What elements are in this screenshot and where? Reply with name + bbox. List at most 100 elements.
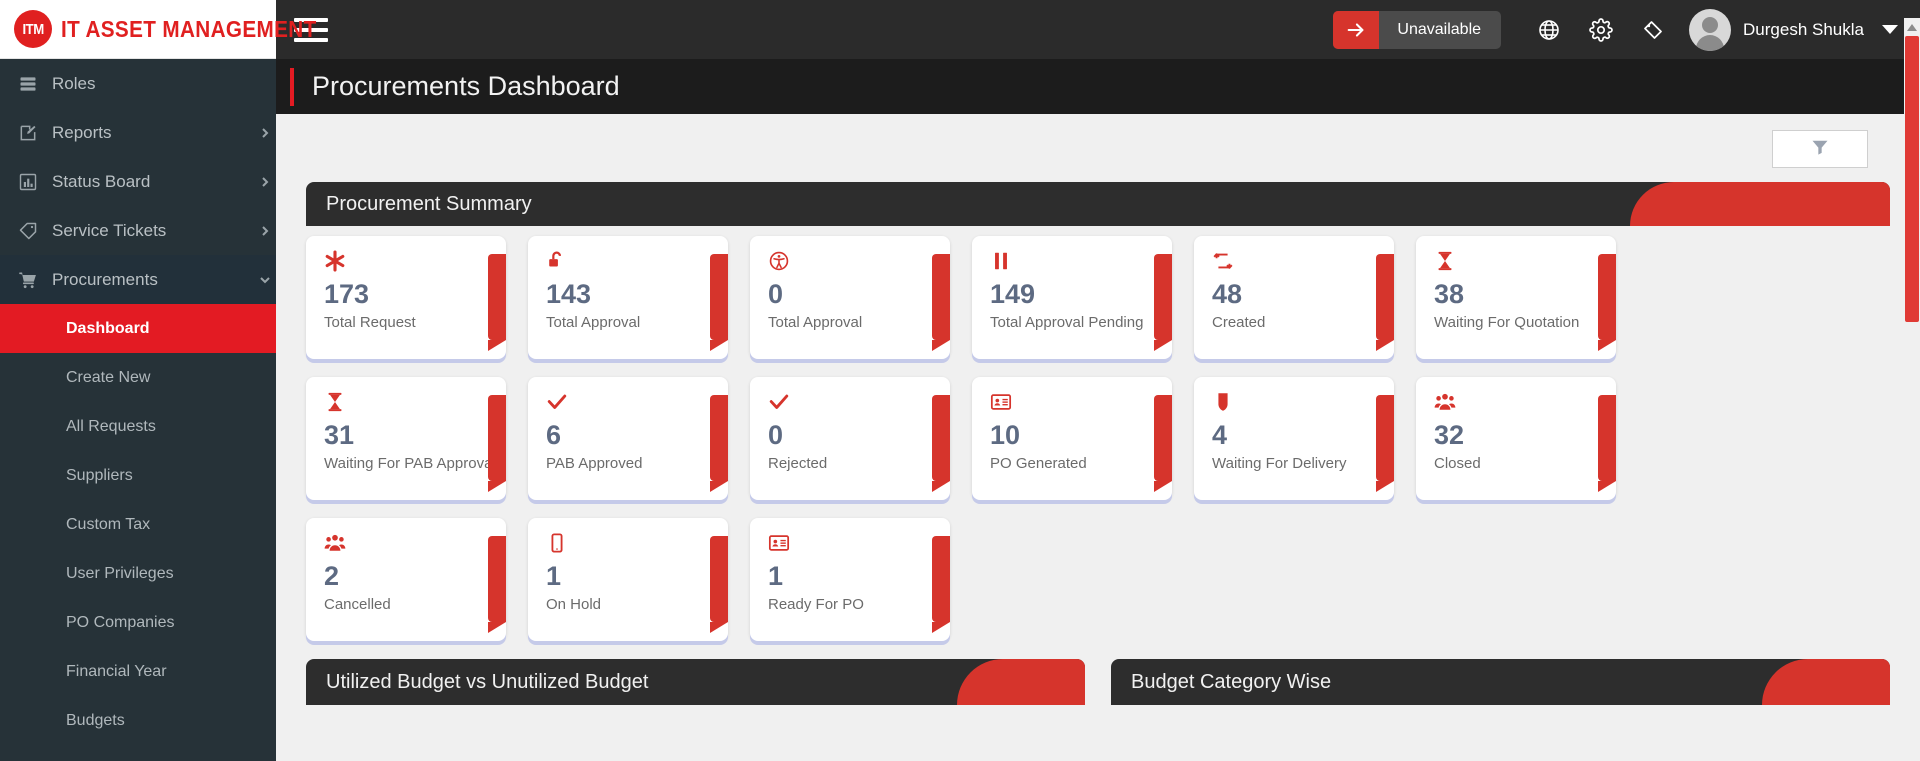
stat-value: 173	[324, 279, 370, 309]
stat-label: Cancelled	[324, 596, 391, 614]
stat-label: Waiting For Delivery	[1212, 455, 1347, 473]
filter-toolbar	[276, 114, 1920, 168]
stat-card[interactable]: 31 Waiting For PAB Approval	[306, 377, 506, 500]
stat-card[interactable]: 173 Total Request	[306, 236, 506, 359]
sidebar-subitem-label: Dashboard	[66, 319, 150, 337]
stat-value: 0	[768, 279, 784, 309]
stat-label: Created	[1212, 314, 1266, 332]
stat-value: 38	[1434, 279, 1465, 309]
panel-title: Procurement Summary	[326, 192, 532, 215]
chevron-down-icon[interactable]	[254, 274, 276, 286]
chevron-right-icon[interactable]	[254, 176, 276, 188]
sidebar-item-reports[interactable]: Reports	[0, 108, 276, 157]
layers-icon	[18, 74, 52, 94]
sidebar-item-status-board[interactable]: Status Board	[0, 157, 276, 206]
universal-access-icon	[768, 250, 950, 274]
sidebar-item-label: Roles	[52, 73, 96, 93]
asterisk-icon	[324, 250, 506, 274]
stat-card[interactable]: 149 Total Approval Pending	[972, 236, 1172, 359]
tag-icon	[18, 221, 52, 241]
stat-card[interactable]: 38 Waiting For Quotation	[1416, 236, 1616, 359]
stat-value: 31	[324, 420, 355, 450]
stat-label: PO Generated	[990, 455, 1087, 473]
scroll-up-arrow-icon[interactable]	[1904, 18, 1920, 36]
stat-value: 10	[990, 420, 1021, 450]
stat-card[interactable]: 2 Cancelled	[306, 518, 506, 641]
stat-card[interactable]: 0 Rejected	[750, 377, 950, 500]
unlock-icon	[546, 250, 728, 274]
stat-label: Waiting For Quotation	[1434, 314, 1580, 332]
hourglass-icon	[1434, 250, 1616, 274]
stat-value: 6	[546, 420, 562, 450]
sidebar-item-create-new[interactable]: Create New	[0, 353, 276, 402]
summary-cards: 173 Total Request 143 Total Approval 0 Total …	[306, 226, 1890, 641]
summary-card-row: 173 Total Request 143 Total Approval 0 Total …	[306, 236, 1890, 359]
tablet-icon	[546, 532, 728, 556]
sidebar-item-user-privileges[interactable]: User Privileges	[0, 549, 276, 598]
gear-icon[interactable]	[1575, 0, 1627, 59]
sidebar: Roles Reports Status Board Service Ticke…	[0, 59, 276, 761]
card-ribbon	[710, 254, 728, 351]
user-name: Durgesh Shukla	[1743, 19, 1864, 39]
stat-card[interactable]: 32 Closed	[1416, 377, 1616, 500]
summary-card-row: 2 Cancelled 1 On Hold 1 Ready For PO	[306, 518, 1890, 641]
hourglass-icon	[324, 391, 506, 415]
sidebar-item-suppliers[interactable]: Suppliers	[0, 451, 276, 500]
sidebar-item-all-requests[interactable]: All Requests	[0, 402, 276, 451]
sidebar-item-dashboard[interactable]: Dashboard	[0, 304, 276, 353]
stat-card[interactable]: 10 PO Generated	[972, 377, 1172, 500]
card-ribbon	[488, 536, 506, 633]
chevron-down-icon[interactable]	[1882, 25, 1898, 34]
stat-card[interactable]: 4 Waiting For Delivery	[1194, 377, 1394, 500]
sidebar-item-label: Reports	[52, 122, 112, 142]
stat-card[interactable]: 143 Total Approval	[528, 236, 728, 359]
filter-button[interactable]	[1772, 130, 1868, 168]
chart-icon	[18, 172, 52, 192]
availability-status-label: Unavailable	[1397, 20, 1482, 38]
stat-label: Waiting For PAB Approval	[324, 455, 496, 473]
page-scrollbar-thumb[interactable]	[1905, 36, 1919, 322]
main-content: Procurement Summary 173 Total Request 143 T…	[276, 114, 1920, 761]
sidebar-item-label: Procurements	[52, 269, 158, 289]
header-accent-shape	[1762, 659, 1890, 705]
sidebar-item-custom-tax[interactable]: Custom Tax	[0, 500, 276, 549]
stat-card[interactable]: 0 Total Approval	[750, 236, 950, 359]
card-ribbon	[1598, 395, 1616, 492]
stat-value: 1	[546, 561, 562, 591]
utilized-budget-header: Utilized Budget vs Unutilized Budget	[306, 659, 1085, 705]
chart-title: Budget Category Wise	[1131, 670, 1332, 693]
sidebar-item-roles[interactable]: Roles	[0, 59, 276, 108]
card-ribbon	[1154, 395, 1172, 492]
stat-card[interactable]: 6 PAB Approved	[528, 377, 728, 500]
sidebar-item-budgets[interactable]: Budgets	[0, 696, 276, 745]
check-icon	[546, 391, 728, 415]
page-title-accent	[290, 67, 294, 106]
page-title-bar: Procurements Dashboard	[276, 59, 1920, 114]
card-ribbon	[710, 395, 728, 492]
sidebar-item-financial-year[interactable]: Financial Year	[0, 647, 276, 696]
stat-card[interactable]: 1 On Hold	[528, 518, 728, 641]
card-ribbon	[932, 254, 950, 351]
avatar[interactable]	[1689, 8, 1732, 51]
chevron-right-icon[interactable]	[254, 127, 276, 139]
availability-status-button[interactable]: Unavailable	[1333, 10, 1502, 49]
stat-value: 2	[324, 561, 340, 591]
stat-card[interactable]: 48 Created	[1194, 236, 1394, 359]
sidebar-item-procurements[interactable]: Procurements	[0, 255, 276, 304]
brand-name: IT ASSET MANAGEMENT	[61, 15, 317, 42]
sidebar-item-service-tickets[interactable]: Service Tickets	[0, 206, 276, 255]
summary-card-row: 31 Waiting For PAB Approval 6 PAB Approved 0…	[306, 377, 1890, 500]
card-ribbon	[1376, 254, 1394, 351]
chart-title: Utilized Budget vs Unutilized Budget	[326, 670, 649, 693]
procurement-summary-header: Procurement Summary	[306, 182, 1890, 226]
stat-card[interactable]: 1 Ready For PO	[750, 518, 950, 641]
top-bar-actions: Unavailable Durgesh Shukla	[1333, 0, 1920, 59]
chevron-right-icon[interactable]	[254, 225, 276, 237]
globe-icon[interactable]	[1523, 0, 1575, 59]
page-title: Procurements Dashboard	[312, 71, 620, 101]
sidebar-item-po-companies[interactable]: PO Companies	[0, 598, 276, 647]
sidebar-item-pab[interactable]: PAB	[0, 745, 276, 761]
logo-mark-icon: ITM	[14, 10, 52, 48]
header-accent-shape	[1630, 182, 1890, 226]
ticket-icon[interactable]	[1627, 0, 1679, 59]
